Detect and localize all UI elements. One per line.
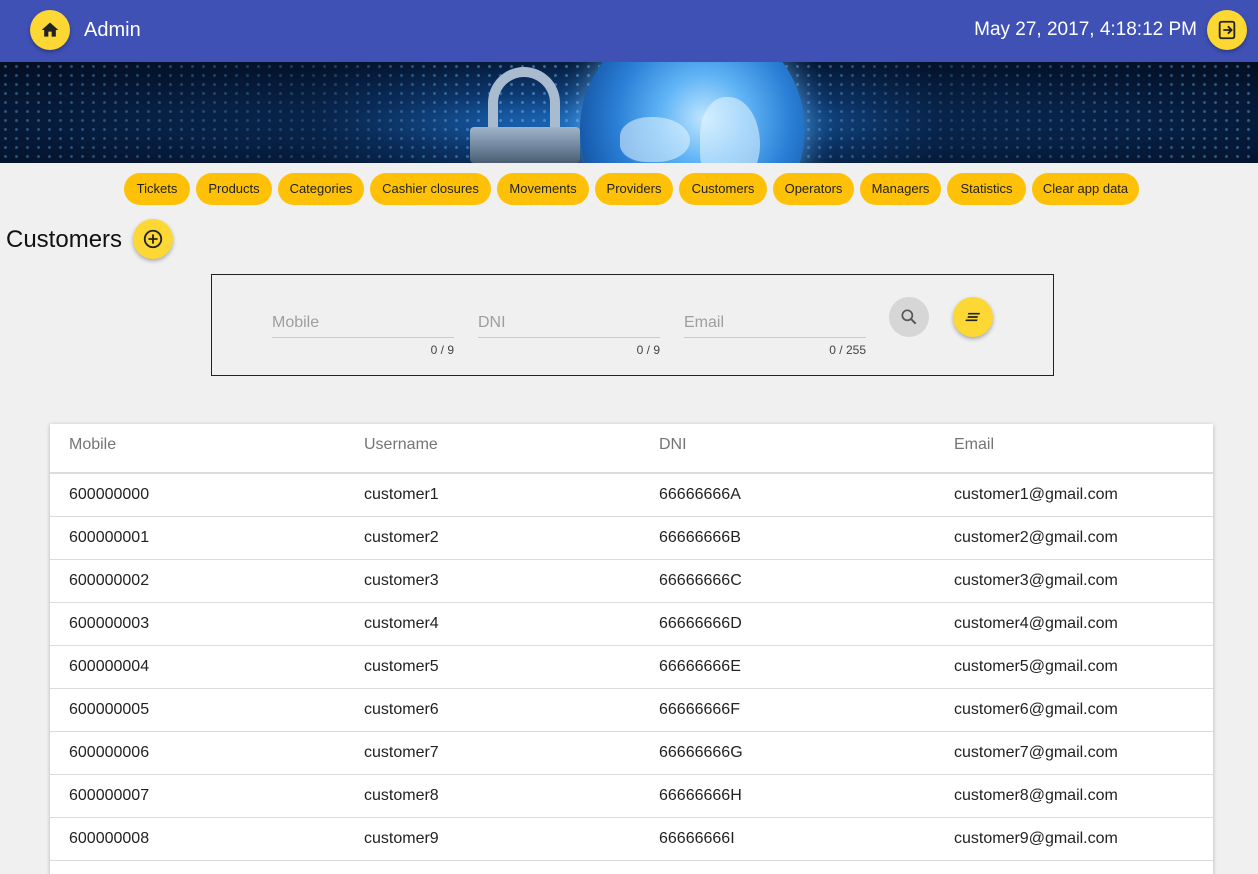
cell-dni: 66666666H bbox=[659, 787, 742, 804]
cell-username: customer7 bbox=[364, 744, 439, 761]
logout-button[interactable] bbox=[1207, 10, 1247, 50]
add-customer-button[interactable] bbox=[133, 219, 173, 259]
table-row[interactable]: 600000004 customer5 66666666E customer5@… bbox=[50, 646, 1213, 689]
cell-email: customer5@gmail.com bbox=[954, 658, 1118, 675]
app-title: Admin bbox=[84, 19, 141, 41]
cell-mobile: 600000005 bbox=[69, 701, 150, 718]
column-header-username[interactable]: Username bbox=[364, 436, 438, 454]
nav-chip-statistics[interactable]: Statistics bbox=[947, 173, 1026, 205]
clear-filters-button[interactable] bbox=[953, 297, 993, 337]
customers-table: Mobile Username DNI Email 600000000 cust… bbox=[50, 424, 1213, 874]
table-row[interactable]: 600000007 customer8 66666666H customer8@… bbox=[50, 775, 1213, 818]
table-row[interactable]: 600000003 customer4 66666666D customer4@… bbox=[50, 603, 1213, 646]
cell-email: customer4@gmail.com bbox=[954, 615, 1118, 632]
banner-padlock bbox=[470, 127, 580, 163]
column-header-dni[interactable]: DNI bbox=[659, 436, 687, 454]
cell-username: customer2 bbox=[364, 529, 439, 546]
page-title: Customers bbox=[6, 226, 123, 253]
cell-username: customer5 bbox=[364, 658, 439, 675]
dni-filter-input[interactable] bbox=[478, 311, 660, 338]
cell-username: customer1 bbox=[364, 486, 439, 503]
top-app-bar: Admin May 27, 2017, 4:18:12 PM bbox=[0, 0, 1258, 62]
cell-dni: 66666666I bbox=[659, 830, 735, 847]
cell-email: customer7@gmail.com bbox=[954, 744, 1118, 761]
add-circle-icon bbox=[143, 229, 163, 249]
nav-chip-operators[interactable]: Operators bbox=[773, 173, 854, 205]
dni-filter: 0 / 9 bbox=[478, 311, 660, 361]
cell-username: customer9 bbox=[364, 830, 439, 847]
nav-chip-products[interactable]: Products bbox=[196, 173, 272, 205]
cell-dni: 66666666C bbox=[659, 572, 742, 589]
nav-chip-clear-app-data[interactable]: Clear app data bbox=[1032, 173, 1139, 205]
cell-dni: 66666666A bbox=[659, 486, 741, 503]
table-row[interactable]: 600000008 customer9 66666666I customer9@… bbox=[50, 818, 1213, 861]
mobile-char-counter: 0 / 9 bbox=[430, 343, 454, 357]
nav-chip-movements[interactable]: Movements bbox=[497, 173, 589, 205]
table-row[interactable]: 600000002 customer3 66666666C customer3@… bbox=[50, 560, 1213, 603]
clear-filters-icon bbox=[965, 312, 981, 322]
cell-email: customer3@gmail.com bbox=[954, 572, 1118, 589]
table-row[interactable]: 600000006 customer7 66666666G customer7@… bbox=[50, 732, 1213, 775]
cell-dni: 66666666B bbox=[659, 529, 741, 546]
cell-email: customer9@gmail.com bbox=[954, 830, 1118, 847]
nav-chip-providers[interactable]: Providers bbox=[595, 173, 673, 205]
header-banner-image bbox=[0, 62, 1258, 163]
search-icon bbox=[901, 309, 917, 325]
mobile-filter-input[interactable] bbox=[272, 311, 454, 338]
filter-panel: 0 / 9 0 / 9 0 / 255 bbox=[211, 274, 1054, 376]
cell-mobile: 600000006 bbox=[69, 744, 150, 761]
cell-email: customer6@gmail.com bbox=[954, 701, 1118, 718]
cell-dni: 66666666E bbox=[659, 658, 741, 675]
cell-dni: 66666666G bbox=[659, 744, 743, 761]
cell-mobile: 600000002 bbox=[69, 572, 150, 589]
home-button[interactable] bbox=[30, 10, 70, 50]
dni-char-counter: 0 / 9 bbox=[636, 343, 660, 357]
email-filter: 0 / 255 bbox=[684, 311, 866, 361]
nav-chip-managers[interactable]: Managers bbox=[860, 173, 941, 205]
cell-email: customer8@gmail.com bbox=[954, 787, 1118, 804]
logout-icon bbox=[1218, 20, 1236, 40]
cell-username: customer3 bbox=[364, 572, 439, 589]
cell-username: customer6 bbox=[364, 701, 439, 718]
cell-mobile: 600000001 bbox=[69, 529, 150, 546]
table-row[interactable]: 600000000 customer1 66666666A customer1@… bbox=[50, 474, 1213, 517]
email-char-counter: 0 / 255 bbox=[829, 343, 866, 357]
cell-email: customer2@gmail.com bbox=[954, 529, 1118, 546]
column-header-email[interactable]: Email bbox=[954, 436, 994, 454]
home-icon bbox=[41, 22, 59, 37]
cell-dni: 66666666F bbox=[659, 701, 740, 718]
current-datetime: May 27, 2017, 4:18:12 PM bbox=[974, 19, 1197, 40]
nav-chip-cashier-closures[interactable]: Cashier closures bbox=[370, 173, 491, 205]
cell-mobile: 600000007 bbox=[69, 787, 150, 804]
table-row[interactable]: 600000001 customer2 66666666B customer2@… bbox=[50, 517, 1213, 560]
nav-chip-row: Tickets Products Categories Cashier clos… bbox=[0, 173, 1258, 205]
cell-mobile: 600000000 bbox=[69, 486, 150, 503]
cell-username: customer4 bbox=[364, 615, 439, 632]
search-button[interactable] bbox=[889, 297, 929, 337]
table-row[interactable]: 600000005 customer6 66666666F customer6@… bbox=[50, 689, 1213, 732]
cell-mobile: 600000008 bbox=[69, 830, 150, 847]
column-header-mobile[interactable]: Mobile bbox=[69, 436, 116, 454]
banner-globe bbox=[580, 62, 805, 163]
cell-email: customer1@gmail.com bbox=[954, 486, 1118, 503]
cell-dni: 66666666D bbox=[659, 615, 742, 632]
cell-mobile: 600000003 bbox=[69, 615, 150, 632]
nav-chip-customers[interactable]: Customers bbox=[679, 173, 767, 205]
cell-mobile: 600000004 bbox=[69, 658, 150, 675]
email-filter-input[interactable] bbox=[684, 311, 866, 338]
nav-chip-tickets[interactable]: Tickets bbox=[124, 173, 190, 205]
nav-chip-categories[interactable]: Categories bbox=[278, 173, 364, 205]
table-header: Mobile Username DNI Email bbox=[50, 424, 1213, 474]
mobile-filter: 0 / 9 bbox=[272, 311, 454, 361]
cell-username: customer8 bbox=[364, 787, 439, 804]
